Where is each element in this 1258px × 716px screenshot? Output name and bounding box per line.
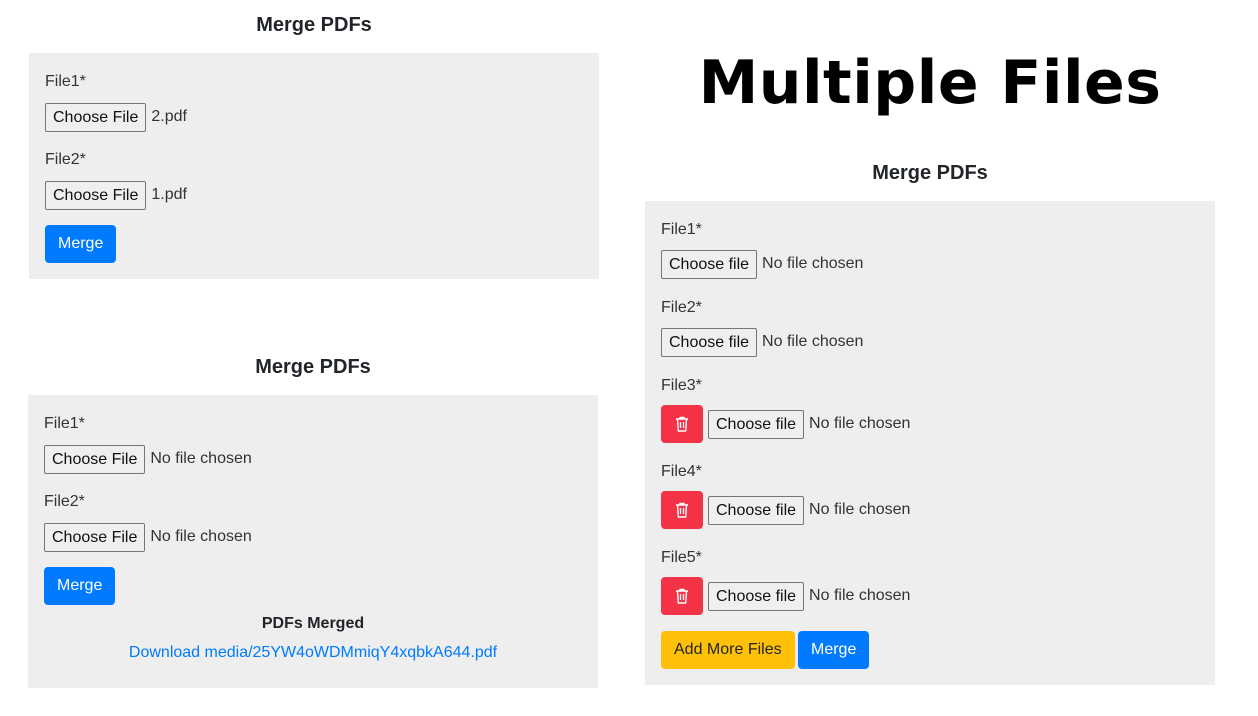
form3-file3-status: No file chosen	[809, 415, 911, 432]
merged-result-title: PDFs Merged	[261, 615, 365, 632]
form2-file1-status: No file chosen	[150, 450, 252, 467]
form1-panel: File1* Choose File 2.pdf File2* Choose F…	[29, 53, 599, 279]
form2-heading: Merge PDFs	[255, 356, 371, 378]
form1-file1-input: Choose File 2.pdf	[45, 102, 187, 132]
form3-panel: File1* Choose file No file chosen File2*…	[645, 201, 1215, 685]
form1-file2-status: 1.pdf	[151, 186, 187, 203]
download-link[interactable]: Download media/25YW4oWDMmiqY4xqbkA644.pd…	[28, 644, 598, 662]
form3-file4-label: File4*	[661, 463, 702, 480]
form3-file5-choose-button[interactable]: Choose file	[708, 581, 805, 611]
form3-file3-delete-button[interactable]	[661, 405, 703, 443]
form1-file2-choose-button[interactable]: Choose File	[45, 180, 147, 210]
form3-merge-button[interactable]: Merge	[798, 631, 870, 669]
form3-file5-status: No file chosen	[809, 587, 911, 604]
form3-file1-label: File1*	[661, 221, 702, 238]
form3-file4-status: No file chosen	[809, 501, 911, 518]
form3-file5-input: Choose file No file chosen	[661, 577, 910, 615]
form2-file2-label: File2*	[44, 493, 85, 510]
page-title: Multiple Files	[698, 48, 1162, 118]
trash-icon	[676, 588, 688, 604]
form3-file2-input: Choose file No file chosen	[661, 327, 863, 357]
form3-file3-choose-button[interactable]: Choose file	[708, 409, 805, 439]
form3-file1-status: No file chosen	[762, 255, 864, 272]
form3-file4-delete-button[interactable]	[661, 491, 703, 529]
form3-heading: Merge PDFs	[872, 162, 988, 184]
form2-file2-choose-button[interactable]: Choose File	[44, 522, 146, 552]
form2-file1-input: Choose File No file chosen	[44, 444, 252, 474]
form2-file2-input: Choose File No file chosen	[44, 522, 252, 552]
form2-merge-button[interactable]: Merge	[44, 567, 116, 605]
form3-file5-delete-button[interactable]	[661, 577, 703, 615]
form1-file1-choose-button[interactable]: Choose File	[45, 102, 147, 132]
form1-file2-input: Choose File 1.pdf	[45, 180, 187, 210]
form2-panel: File1* Choose File No file chosen File2*…	[28, 395, 598, 688]
form3-file2-choose-button[interactable]: Choose file	[661, 327, 758, 357]
form3-file1-input: Choose file No file chosen	[661, 249, 863, 279]
form1-file1-status: 2.pdf	[151, 108, 187, 125]
form3-file2-status: No file chosen	[762, 333, 864, 350]
form3-file1-choose-button[interactable]: Choose file	[661, 249, 758, 279]
form2-file1-choose-button[interactable]: Choose File	[44, 444, 146, 474]
form1-file1-label: File1*	[45, 73, 86, 90]
form3-file5-label: File5*	[661, 549, 702, 566]
trash-icon	[676, 502, 688, 518]
trash-icon	[676, 416, 688, 432]
form3-file3-label: File3*	[661, 377, 702, 394]
form1-merge-button[interactable]: Merge	[45, 225, 117, 263]
form1-file2-label: File2*	[45, 151, 86, 168]
add-more-files-button[interactable]: Add More Files	[661, 631, 795, 669]
form2-file1-label: File1*	[44, 415, 85, 432]
form3-file2-label: File2*	[661, 299, 702, 316]
form3-file4-choose-button[interactable]: Choose file	[708, 495, 805, 525]
form1-heading: Merge PDFs	[256, 14, 372, 36]
form3-file4-input: Choose file No file chosen	[661, 491, 910, 529]
form3-file3-input: Choose file No file chosen	[661, 405, 910, 443]
form2-file2-status: No file chosen	[150, 528, 252, 545]
